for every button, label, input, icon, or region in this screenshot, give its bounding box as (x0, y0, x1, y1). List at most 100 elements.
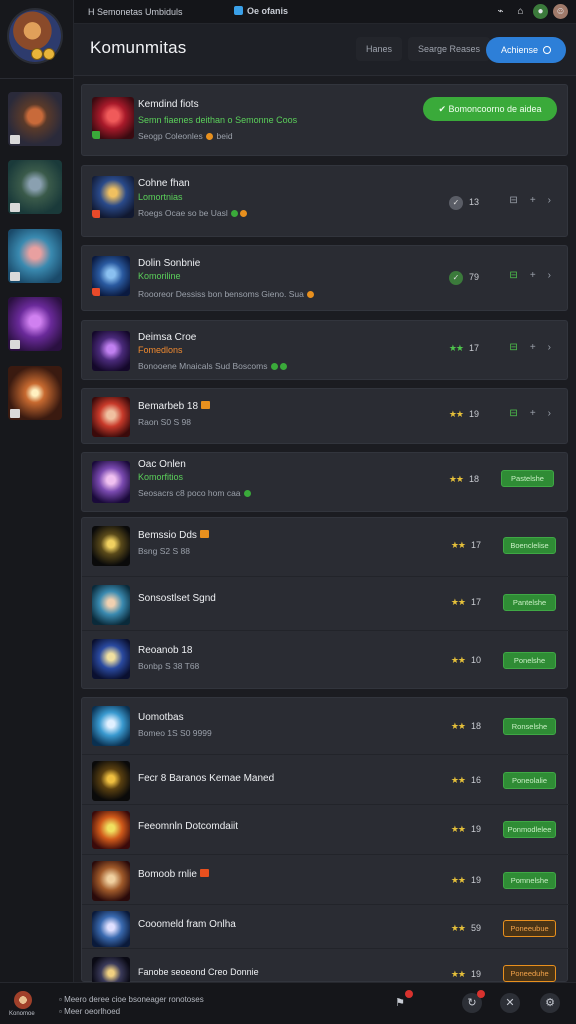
refresh-icon[interactable]: ↻ (462, 990, 485, 1013)
install-button[interactable]: Ronselshe (503, 718, 556, 735)
install-button[interactable]: Pastelshe (501, 470, 554, 487)
install-button[interactable]: Poneeubue (503, 920, 556, 937)
plus-icon[interactable]: + (530, 342, 536, 353)
link-icon[interactable]: ⌁ (493, 4, 508, 19)
row-meta-text: Roegs Ocae so be Uasl (138, 208, 228, 218)
row-title: Fecr 8 Baranos Kemae Maned (138, 773, 275, 784)
star-icon: ★★ (450, 775, 466, 785)
tag-icon (10, 340, 20, 349)
list-item[interactable]: Cohne fhan Lomortnias Roegs Ocae so be U… (81, 165, 568, 237)
row-count-value: 10 (470, 655, 481, 665)
dot-icon (240, 210, 248, 217)
user-avatar[interactable]: ☺ (553, 4, 568, 19)
list-item[interactable]: Oac Onlen Komorfitios Seosacrs c8 poco h… (81, 452, 568, 512)
install-button[interactable]: Boenclelise (503, 537, 556, 554)
game-thumb[interactable] (8, 160, 62, 214)
tag-icon (199, 530, 209, 538)
list-item[interactable]: Deimsa Croe Fomedlons Bonooene Mnaicals … (81, 320, 568, 380)
star-icon: ★★ (450, 969, 466, 979)
user-avatar[interactable] (14, 991, 32, 1009)
stack-icon[interactable]: ⊟ (509, 342, 517, 353)
install-button[interactable]: Ponelshe (503, 652, 556, 669)
table-row[interactable]: Uomotbas Bomeo 1S S0 9999 ★★ 18 Ronselshe (82, 698, 569, 754)
row-title-text: Uomotbas (138, 712, 184, 723)
row-count: ★★ 19 (449, 409, 479, 420)
featured-meta-text: Seogp Coleonles (138, 131, 203, 141)
user-avatar[interactable] (9, 10, 61, 62)
plus-icon[interactable]: + (530, 195, 536, 206)
primary-button[interactable]: Achiense (486, 37, 566, 63)
row-meta-text: Roooreor Dessiss bon bensoms Gieno. Sua (138, 289, 304, 299)
stack-icon[interactable]: ⊟ (509, 195, 517, 206)
row-title-text: Bemssio Dds (138, 530, 197, 541)
top-bar-icons: ⌁ ⌂ ● ☺ (488, 4, 568, 19)
install-button[interactable]: Pomnelshe (503, 872, 556, 889)
plus-icon[interactable]: + (530, 270, 536, 281)
row-count: ★★ 19 (451, 875, 481, 886)
chevron-right-icon[interactable]: › (548, 195, 551, 206)
row-count: ★★ 16 (451, 775, 481, 786)
table-row[interactable]: Sonsostlset Sgnd ★★ 17 Pantelshe (82, 576, 569, 630)
chevron-right-icon[interactable]: › (548, 270, 551, 281)
dot-icon (270, 363, 278, 370)
featured-card[interactable]: Kemdind fiots Semn fiaenes deithan o Sem… (81, 84, 568, 156)
install-button[interactable]: Poneolalie (503, 772, 556, 789)
star-icon: ★★ (450, 655, 466, 665)
table-row[interactable]: Bomoob rnlie ★★ 19 Pomnelshe (82, 854, 569, 904)
bell-icon[interactable]: ⌂ (513, 4, 528, 19)
game-icon (92, 97, 134, 139)
row-title: Bomoob rnlie (138, 869, 209, 880)
settings-icon[interactable]: ⚙ (540, 993, 560, 1013)
top-bar-center[interactable]: Oe ofanis (234, 6, 288, 16)
star-icon: ★★ (450, 540, 466, 550)
game-thumb[interactable] (8, 366, 62, 420)
featured-title: Kemdind fiots (138, 99, 199, 110)
game-icon (92, 911, 130, 947)
row-sub: Komorfitios (138, 472, 184, 482)
star-icon: ★★ (448, 409, 464, 419)
search-button[interactable]: Searge Reases (408, 37, 491, 61)
chevron-right-icon[interactable]: › (548, 408, 551, 419)
gift-icon[interactable]: ⚑ (390, 990, 413, 1013)
install-button[interactable]: Ponmodlelee (503, 821, 556, 838)
footer-line-2: ▫ Meer oeorlhoed (59, 1007, 121, 1016)
row-title: Cooomeld fram Onlha (138, 919, 236, 930)
game-icon (92, 957, 130, 984)
game-icon (92, 639, 130, 679)
stack-icon[interactable]: ⊟ (509, 408, 517, 419)
row-count-value: 17 (468, 343, 479, 353)
circle-icon (543, 46, 552, 54)
stack-icon[interactable]: ⊟ (509, 270, 517, 281)
game-thumb[interactable] (8, 297, 62, 351)
row-count: ✓ 13 (448, 196, 479, 210)
row-count-value: 13 (468, 197, 479, 207)
list-item[interactable]: Dolin Sonbnie Komoriline Roooreor Dessis… (81, 245, 568, 311)
badge-icon (92, 288, 100, 296)
game-icon (92, 526, 130, 566)
table-row[interactable]: Fanobe seoeond Creo Donnie ★★ 19 Poneeduh… (82, 948, 569, 984)
featured-action-button[interactable]: ✔ Bomoncoorno de aidea (423, 97, 557, 121)
notification-dot (477, 990, 485, 998)
game-icon (92, 861, 130, 901)
table-row[interactable]: Reoanob 18 Bonbp S 38 T68 ★★ 10 Ponelshe (82, 630, 569, 690)
row-count: ★★ 10 (451, 655, 481, 666)
table-row[interactable]: Bemssio Dds Bsng S2 S 88 ★★ 17 Boenclelis… (82, 518, 569, 576)
plus-icon[interactable]: + (530, 408, 536, 419)
home-button[interactable]: Hanes (356, 37, 403, 61)
install-button[interactable]: Pantelshe (503, 594, 556, 611)
table-row[interactable]: Feeomnln Dotcomdaiit ★★ 19 Ponmodlelee (82, 804, 569, 854)
game-thumb[interactable] (8, 92, 62, 146)
game-thumb[interactable] (8, 229, 62, 283)
chevron-right-icon[interactable]: › (548, 342, 551, 353)
online-badge (92, 131, 100, 139)
row-meta: Roooreor Dessiss bon bensoms Gieno. Sua (138, 289, 315, 299)
cross-icon[interactable]: ✕ (500, 993, 520, 1013)
table-row[interactable]: Fecr 8 Baranos Kemae Maned ★★ 16 Poneolal… (82, 754, 569, 804)
list-item[interactable]: Bemarbeb 18 Raon S0 S 98 ★★ 19 ⊟ + › (81, 388, 568, 444)
table-row[interactable]: Cooomeld fram Onlha ★★ 59 Poneeubue (82, 904, 569, 948)
status-icon[interactable]: ● (533, 4, 548, 19)
install-button[interactable]: Poneeduhe (503, 965, 556, 982)
dot-icon (231, 210, 239, 217)
star-icon: ★★ (448, 474, 464, 484)
row-sub-text: Fomedlons (138, 345, 183, 355)
